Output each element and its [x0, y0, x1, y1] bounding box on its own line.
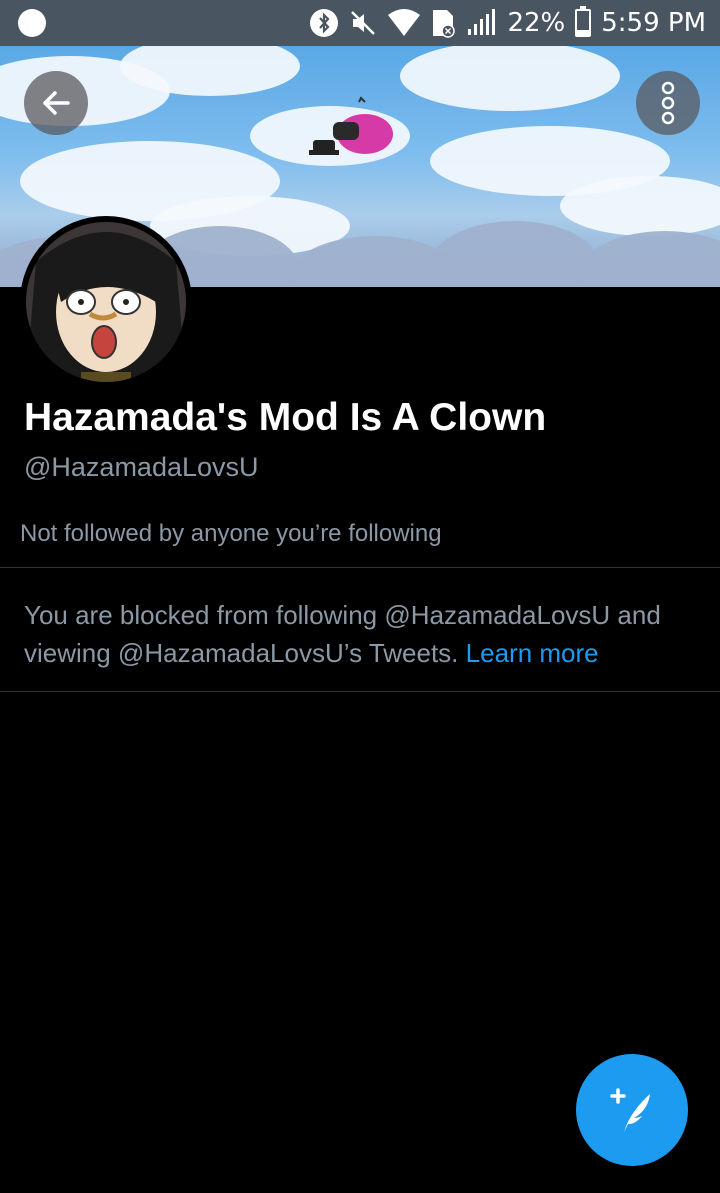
sim-blocked-icon — [431, 8, 457, 38]
wifi-icon — [387, 8, 421, 38]
arrow-left-icon — [43, 91, 70, 115]
battery-percent: 22% — [507, 8, 566, 38]
compose-tweet-icon — [610, 1088, 650, 1132]
status-icons: 22% 5:59 PM — [309, 0, 706, 46]
battery-icon — [575, 6, 592, 37]
status-bar: 22% 5:59 PM — [0, 0, 720, 46]
clock: 5:59 PM — [601, 8, 706, 38]
blocked-notice: You are blocked from following @Hazamada… — [24, 596, 704, 672]
more-options-button[interactable] — [636, 71, 700, 135]
bluetooth-icon — [309, 8, 339, 38]
back-button[interactable] — [24, 71, 88, 135]
signal-icon — [467, 8, 497, 38]
profile-display-name: Hazamada's Mod Is A Clown — [24, 396, 547, 439]
divider — [0, 567, 720, 568]
profile-handle: @HazamadaLovsU — [24, 452, 259, 482]
banner-character-icon — [309, 96, 393, 155]
notification-dot-icon — [18, 9, 46, 37]
avatar-image — [26, 222, 186, 382]
compose-tweet-button[interactable] — [576, 1054, 688, 1166]
mute-icon — [349, 8, 377, 38]
divider — [0, 691, 720, 692]
profile-avatar[interactable] — [20, 216, 192, 388]
learn-more-link[interactable]: Learn more — [466, 638, 599, 668]
mutual-followers-note: Not followed by anyone you’re following — [20, 520, 442, 547]
more-vertical-icon — [661, 81, 675, 125]
